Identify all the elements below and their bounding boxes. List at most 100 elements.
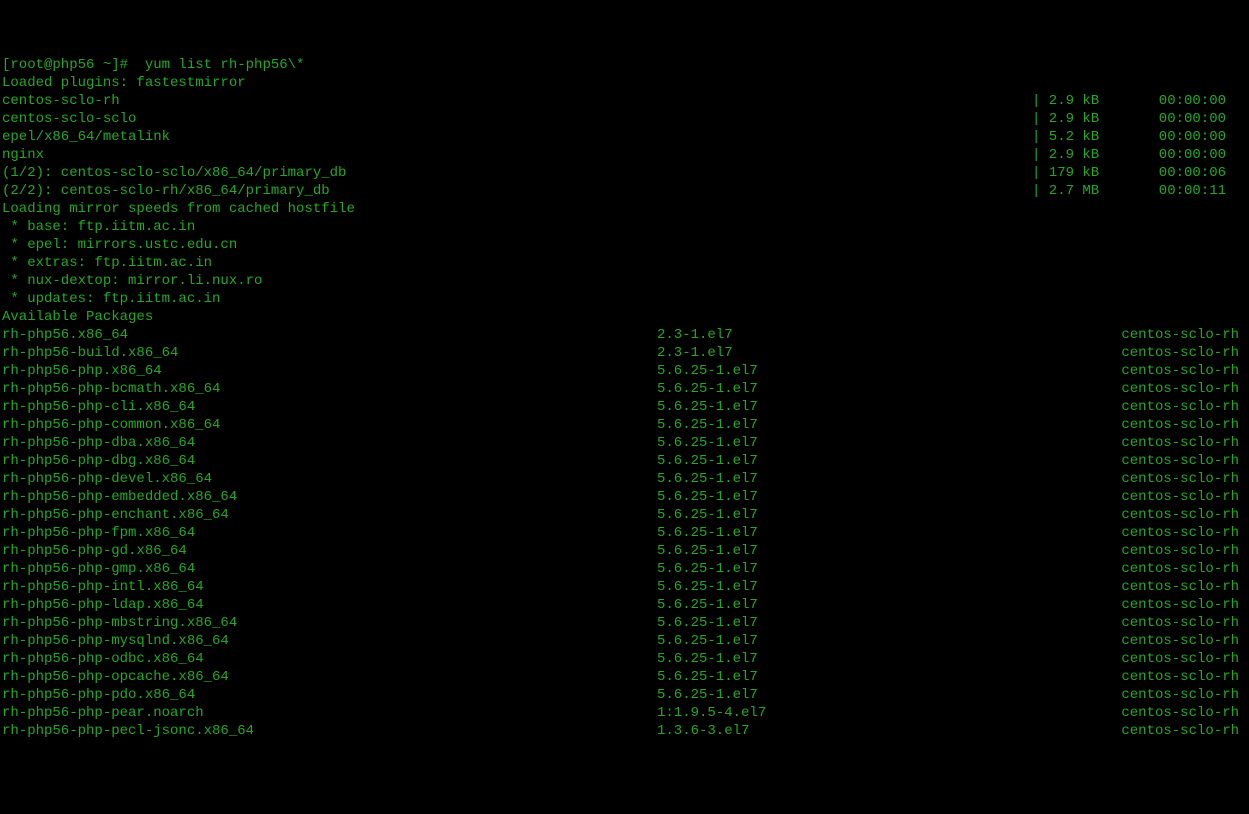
package-version: 1.3.6-3.el7 xyxy=(657,722,1037,740)
package-name: rh-php56-php-gmp.x86_64 xyxy=(2,560,657,578)
package-name: rh-php56-php-fpm.x86_64 xyxy=(2,524,657,542)
package-row: rh-php56-php-pecl-jsonc.x86_641.3.6-3.el… xyxy=(2,722,1247,740)
package-name: rh-php56-php-odbc.x86_64 xyxy=(2,650,657,668)
repo-fetch-row: epel/x86_64/metalink| 5.2 kB 00:00:00 xyxy=(2,128,1247,146)
available-packages-header: Available Packages xyxy=(2,308,1247,326)
repo-time: 00:00:00 xyxy=(1142,128,1247,146)
repo-size: | 2.9 kB xyxy=(1032,110,1142,128)
package-version: 5.6.25-1.el7 xyxy=(657,578,1037,596)
package-row: rh-php56-php-opcache.x86_645.6.25-1.el7c… xyxy=(2,668,1247,686)
repo-time: 00:00:00 xyxy=(1142,92,1247,110)
command-prompt: [root@php56 ~]# yum list rh-php56\* xyxy=(2,56,1247,74)
package-repo: centos-sclo-rh xyxy=(1037,398,1247,416)
package-version: 5.6.25-1.el7 xyxy=(657,614,1037,632)
package-repo: centos-sclo-rh xyxy=(1037,488,1247,506)
package-version: 5.6.25-1.el7 xyxy=(657,524,1037,542)
package-row: rh-php56-php-ldap.x86_645.6.25-1.el7cent… xyxy=(2,596,1247,614)
package-row: rh-php56-php-gmp.x86_645.6.25-1.el7cento… xyxy=(2,560,1247,578)
package-name: rh-php56-php-intl.x86_64 xyxy=(2,578,657,596)
package-version: 5.6.25-1.el7 xyxy=(657,506,1037,524)
package-name: rh-php56-php.x86_64 xyxy=(2,362,657,380)
repo-fetch-row: centos-sclo-sclo| 2.9 kB 00:00:00 xyxy=(2,110,1247,128)
repo-time: 00:00:11 xyxy=(1142,182,1247,200)
package-version: 5.6.25-1.el7 xyxy=(657,380,1037,398)
package-row: rh-php56-build.x86_642.3-1.el7centos-scl… xyxy=(2,344,1247,362)
repo-fetch-row: centos-sclo-rh| 2.9 kB 00:00:00 xyxy=(2,92,1247,110)
package-version: 2.3-1.el7 xyxy=(657,326,1037,344)
package-name: rh-php56-php-embedded.x86_64 xyxy=(2,488,657,506)
package-row: rh-php56-php-dba.x86_645.6.25-1.el7cento… xyxy=(2,434,1247,452)
repo-size: | 2.9 kB xyxy=(1032,92,1142,110)
package-repo: centos-sclo-rh xyxy=(1037,704,1247,722)
package-row: rh-php56-php-dbg.x86_645.6.25-1.el7cento… xyxy=(2,452,1247,470)
package-name: rh-php56-php-gd.x86_64 xyxy=(2,542,657,560)
package-row: rh-php56-php-gd.x86_645.6.25-1.el7centos… xyxy=(2,542,1247,560)
package-row: rh-php56-php-cli.x86_645.6.25-1.el7cento… xyxy=(2,398,1247,416)
package-name: rh-php56-php-pear.noarch xyxy=(2,704,657,722)
package-repo: centos-sclo-rh xyxy=(1037,650,1247,668)
package-row: rh-php56-php-pdo.x86_645.6.25-1.el7cento… xyxy=(2,686,1247,704)
package-repo: centos-sclo-rh xyxy=(1037,380,1247,398)
package-version: 5.6.25-1.el7 xyxy=(657,632,1037,650)
package-row: rh-php56-php-embedded.x86_645.6.25-1.el7… xyxy=(2,488,1247,506)
package-name: rh-php56-php-pdo.x86_64 xyxy=(2,686,657,704)
package-repo: centos-sclo-rh xyxy=(1037,614,1247,632)
package-row: rh-php56-php-fpm.x86_645.6.25-1.el7cento… xyxy=(2,524,1247,542)
package-name: rh-php56-php-pecl-jsonc.x86_64 xyxy=(2,722,657,740)
package-repo: centos-sclo-rh xyxy=(1037,560,1247,578)
repo-name: centos-sclo-rh xyxy=(2,92,1032,110)
package-row: rh-php56-php-mbstring.x86_645.6.25-1.el7… xyxy=(2,614,1247,632)
package-row: rh-php56-php-bcmath.x86_645.6.25-1.el7ce… xyxy=(2,380,1247,398)
package-repo: centos-sclo-rh xyxy=(1037,416,1247,434)
repo-name: epel/x86_64/metalink xyxy=(2,128,1032,146)
package-repo: centos-sclo-rh xyxy=(1037,434,1247,452)
package-version: 5.6.25-1.el7 xyxy=(657,362,1037,380)
package-repo: centos-sclo-rh xyxy=(1037,686,1247,704)
package-row: rh-php56.x86_642.3-1.el7centos-sclo-rh xyxy=(2,326,1247,344)
package-name: rh-php56-php-cli.x86_64 xyxy=(2,398,657,416)
package-name: rh-php56-php-mysqlnd.x86_64 xyxy=(2,632,657,650)
package-name: rh-php56-build.x86_64 xyxy=(2,344,657,362)
mirror-line: * nux-dextop: mirror.li.nux.ro xyxy=(2,272,1247,290)
repo-name: (1/2): centos-sclo-sclo/x86_64/primary_d… xyxy=(2,164,1032,182)
package-name: rh-php56.x86_64 xyxy=(2,326,657,344)
package-repo: centos-sclo-rh xyxy=(1037,632,1247,650)
package-version: 2.3-1.el7 xyxy=(657,344,1037,362)
package-version: 5.6.25-1.el7 xyxy=(657,452,1037,470)
mirror-line: * epel: mirrors.ustc.edu.cn xyxy=(2,236,1247,254)
package-repo: centos-sclo-rh xyxy=(1037,506,1247,524)
repo-size: | 5.2 kB xyxy=(1032,128,1142,146)
repo-name: centos-sclo-sclo xyxy=(2,110,1032,128)
package-repo: centos-sclo-rh xyxy=(1037,524,1247,542)
terminal-output[interactable]: [root@php56 ~]# yum list rh-php56\*Loade… xyxy=(2,56,1247,740)
package-row: rh-php56-php-mysqlnd.x86_645.6.25-1.el7c… xyxy=(2,632,1247,650)
package-row: rh-php56-php-devel.x86_645.6.25-1.el7cen… xyxy=(2,470,1247,488)
package-version: 1:1.9.5-4.el7 xyxy=(657,704,1037,722)
package-version: 5.6.25-1.el7 xyxy=(657,488,1037,506)
package-repo: centos-sclo-rh xyxy=(1037,362,1247,380)
repo-time: 00:00:00 xyxy=(1142,146,1247,164)
package-version: 5.6.25-1.el7 xyxy=(657,434,1037,452)
package-version: 5.6.25-1.el7 xyxy=(657,398,1037,416)
package-name: rh-php56-php-mbstring.x86_64 xyxy=(2,614,657,632)
loaded-plugins: Loaded plugins: fastestmirror xyxy=(2,74,1247,92)
package-row: rh-php56-php.x86_645.6.25-1.el7centos-sc… xyxy=(2,362,1247,380)
package-name: rh-php56-php-common.x86_64 xyxy=(2,416,657,434)
package-row: rh-php56-php-odbc.x86_645.6.25-1.el7cent… xyxy=(2,650,1247,668)
package-repo: centos-sclo-rh xyxy=(1037,326,1247,344)
mirror-line: * updates: ftp.iitm.ac.in xyxy=(2,290,1247,308)
package-row: rh-php56-php-pear.noarch1:1.9.5-4.el7cen… xyxy=(2,704,1247,722)
mirror-line: * base: ftp.iitm.ac.in xyxy=(2,218,1247,236)
package-repo: centos-sclo-rh xyxy=(1037,578,1247,596)
package-name: rh-php56-php-bcmath.x86_64 xyxy=(2,380,657,398)
package-version: 5.6.25-1.el7 xyxy=(657,668,1037,686)
package-repo: centos-sclo-rh xyxy=(1037,722,1247,740)
package-version: 5.6.25-1.el7 xyxy=(657,686,1037,704)
repo-fetch-row: (2/2): centos-sclo-rh/x86_64/primary_db|… xyxy=(2,182,1247,200)
package-version: 5.6.25-1.el7 xyxy=(657,560,1037,578)
package-repo: centos-sclo-rh xyxy=(1037,344,1247,362)
repo-size: | 179 kB xyxy=(1032,164,1142,182)
repo-fetch-row: (1/2): centos-sclo-sclo/x86_64/primary_d… xyxy=(2,164,1247,182)
repo-name: (2/2): centos-sclo-rh/x86_64/primary_db xyxy=(2,182,1032,200)
package-version: 5.6.25-1.el7 xyxy=(657,650,1037,668)
